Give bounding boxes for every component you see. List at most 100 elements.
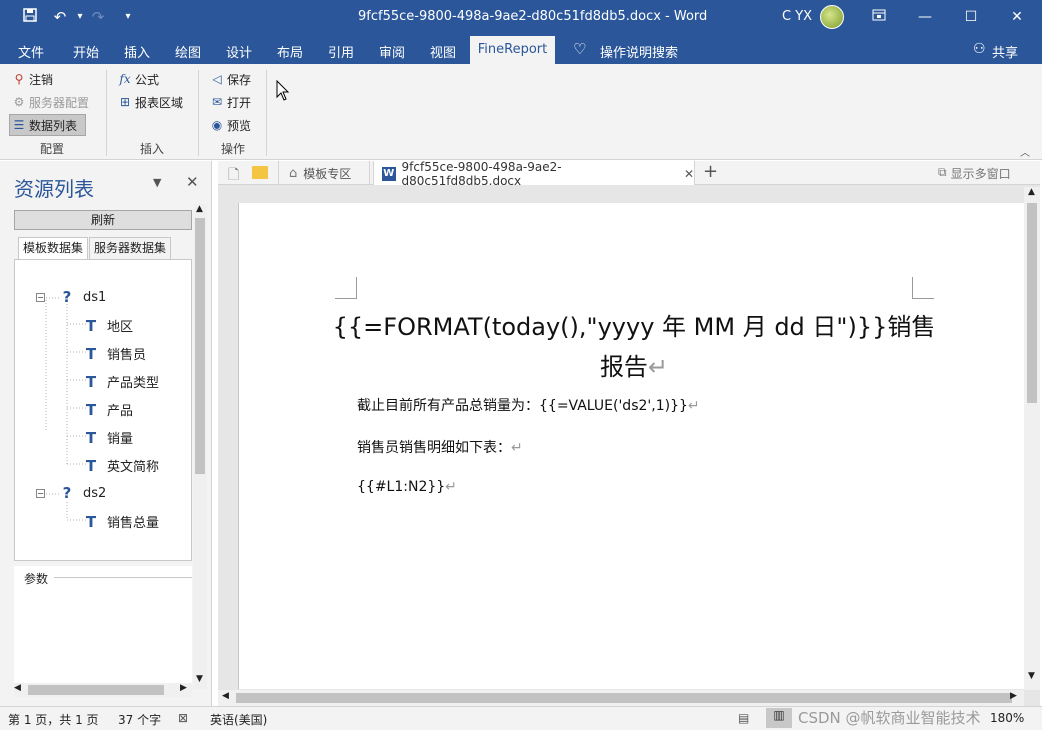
tree-node-ds2[interactable]: ? ds2: [59, 484, 107, 502]
scroll-left-icon[interactable]: ◀: [222, 691, 229, 701]
save-button[interactable]: ◁ 保存: [210, 69, 251, 89]
document-tabs: 🗋 ⌂ 模板专区 W 9fcf55ce-9800-498a-9ae2-d80c51…: [218, 160, 1040, 188]
field-item[interactable]: T 地区: [83, 316, 133, 336]
proofing-icon[interactable]: ⊠: [178, 711, 188, 725]
formula-button[interactable]: fx 公式: [118, 69, 159, 89]
ribbon-display-options-icon[interactable]: [856, 0, 902, 34]
tab-references[interactable]: 引用: [328, 42, 354, 61]
tab-template-dataset[interactable]: 模板数据集: [18, 237, 89, 259]
scroll-down-icon[interactable]: ▼: [1028, 671, 1035, 681]
undo-dropdown-icon[interactable]: ▾: [70, 7, 90, 27]
user-icon: ⚲: [14, 72, 24, 86]
close-icon[interactable]: ✕: [994, 0, 1040, 34]
ribbon: ⚲ 注销 ⚙ 服务器配置 ☰ 数据列表 配置 fx 公式 ⊞ 报表区域 插入 ◁ 保存 ✉ 打…: [0, 64, 1042, 160]
new-tab-icon[interactable]: +: [703, 161, 718, 182]
tab-design[interactable]: 设计: [226, 42, 252, 61]
pane-options-icon[interactable]: ▼: [153, 176, 161, 189]
scroll-up-icon[interactable]: ▲: [196, 204, 203, 214]
crop-mark: [912, 277, 934, 299]
collapse-ds2-icon[interactable]: −: [36, 489, 45, 498]
scroll-down-icon[interactable]: ▼: [196, 674, 203, 684]
redo-icon: ↷: [91, 8, 105, 26]
preview-button[interactable]: ◉ 预览: [210, 115, 251, 135]
tab-server-dataset[interactable]: 服务器数据集: [89, 237, 172, 259]
send-icon: ◁: [212, 72, 222, 86]
save-icon[interactable]: [20, 7, 40, 27]
customize-qat-icon[interactable]: ▾: [118, 7, 138, 27]
word-icon: W: [382, 166, 396, 181]
word-count[interactable]: 37 个字: [118, 711, 161, 728]
paragraph-salesperson-detail[interactable]: 销售员销售明细如下表：↵: [357, 437, 523, 457]
tab-draw[interactable]: 绘图: [175, 42, 201, 61]
document-vertical-scrollbar[interactable]: ▲ ▼: [1024, 187, 1040, 690]
divider: [198, 70, 199, 156]
tell-me-search[interactable]: 操作说明搜索: [600, 42, 678, 61]
server-config-button: ⚙ 服务器配置: [13, 95, 90, 110]
page-count[interactable]: 第 1 页，共 1 页: [8, 711, 99, 728]
text-field-icon: T: [85, 316, 97, 335]
close-tab-icon[interactable]: ✕: [684, 167, 694, 181]
undo-icon[interactable]: ↶: [50, 7, 70, 27]
field-item[interactable]: T 产品类型: [83, 372, 159, 392]
field-item[interactable]: T 销售总量: [83, 512, 159, 532]
group-operation-label: 操作: [221, 142, 246, 156]
maximize-icon[interactable]: ☐: [948, 0, 994, 34]
field-item[interactable]: T 英文简称: [83, 456, 159, 476]
tab-view[interactable]: 视图: [430, 42, 456, 61]
group-config-label: 配置: [40, 142, 65, 156]
tab-insert[interactable]: 插入: [124, 42, 150, 61]
lightbulb-icon: ♡: [573, 40, 587, 58]
zoom-level[interactable]: 180%: [990, 711, 1024, 725]
document-page[interactable]: {{=FORMAT(today(),"yyyy 年 MM 月 dd 日")}}销…: [238, 203, 1024, 689]
params-label: 参数: [24, 572, 49, 586]
collapse-ds1-icon[interactable]: −: [36, 293, 45, 302]
table-icon: ⊞: [119, 95, 131, 109]
tab-finereport[interactable]: FineReport: [470, 36, 555, 64]
field-item[interactable]: T 销售员: [83, 344, 146, 364]
field-item[interactable]: T 产品: [83, 400, 133, 420]
pane-horizontal-scrollbar[interactable]: ◀ ▶: [14, 683, 192, 697]
scroll-up-icon[interactable]: ▲: [1028, 187, 1035, 197]
doc-title[interactable]: {{=FORMAT(today(),"yyyy 年 MM 月 dd 日")}}销…: [239, 307, 1029, 387]
print-layout-icon[interactable]: ▥: [766, 708, 792, 728]
read-mode-icon[interactable]: ▤: [738, 711, 749, 725]
formula-icon: fx: [119, 72, 131, 86]
language-indicator[interactable]: 英语(美国): [210, 711, 267, 728]
document-horizontal-scrollbar[interactable]: ◀ ▶: [218, 690, 1024, 706]
avatar[interactable]: [820, 5, 844, 29]
divider: [106, 70, 107, 156]
scroll-right-icon[interactable]: ▶: [1010, 691, 1017, 701]
envelope-icon: ✉: [211, 95, 223, 109]
multi-window-button[interactable]: ⧉ 显示多窗口: [938, 165, 1011, 182]
tab-home[interactable]: 开始: [73, 42, 99, 61]
divider: [266, 70, 267, 156]
user-name[interactable]: C YX: [782, 9, 812, 24]
paragraph-table-placeholder[interactable]: {{#L1:N2}}↵: [357, 479, 457, 495]
tab-template-zone[interactable]: ⌂ 模板专区: [278, 161, 370, 185]
minimize-icon[interactable]: —: [902, 0, 948, 34]
scroll-thumb[interactable]: [195, 218, 205, 474]
data-list-button[interactable]: ☰ 数据列表: [12, 115, 77, 135]
scroll-left-icon[interactable]: ◀: [14, 683, 21, 693]
tab-document[interactable]: W 9fcf55ce-9800-498a-9ae2-d80c51fd8db5.d…: [373, 160, 695, 188]
tab-file[interactable]: 文件: [18, 42, 44, 61]
logout-button[interactable]: ⚲ 注销: [12, 69, 53, 89]
collapse-ribbon-icon[interactable]: ︿: [1020, 144, 1030, 159]
field-item[interactable]: T 销量: [83, 428, 133, 448]
tab-layout[interactable]: 布局: [277, 42, 303, 61]
scroll-right-icon[interactable]: ▶: [180, 683, 187, 693]
refresh-button[interactable]: 刷新: [14, 210, 192, 230]
open-button[interactable]: ✉ 打开: [210, 92, 251, 112]
pane-close-icon[interactable]: ✕: [186, 173, 199, 191]
tree-node-ds1[interactable]: ? ds1: [59, 288, 107, 306]
paragraph-total-sales[interactable]: 截止目前所有产品总销量为：{{=VALUE('ds2',1)}}↵: [357, 395, 700, 415]
scroll-thumb[interactable]: [28, 685, 164, 695]
scroll-thumb[interactable]: [1027, 203, 1037, 403]
crop-mark: [335, 277, 357, 299]
report-area-button[interactable]: ⊞ 报表区域: [118, 92, 183, 112]
folder-icon[interactable]: [252, 166, 268, 179]
tab-review[interactable]: 审阅: [379, 42, 405, 61]
share-button[interactable]: 共享: [992, 42, 1018, 61]
scroll-thumb[interactable]: [236, 693, 1012, 703]
pane-vertical-scrollbar[interactable]: ▲ ▼: [193, 204, 207, 689]
